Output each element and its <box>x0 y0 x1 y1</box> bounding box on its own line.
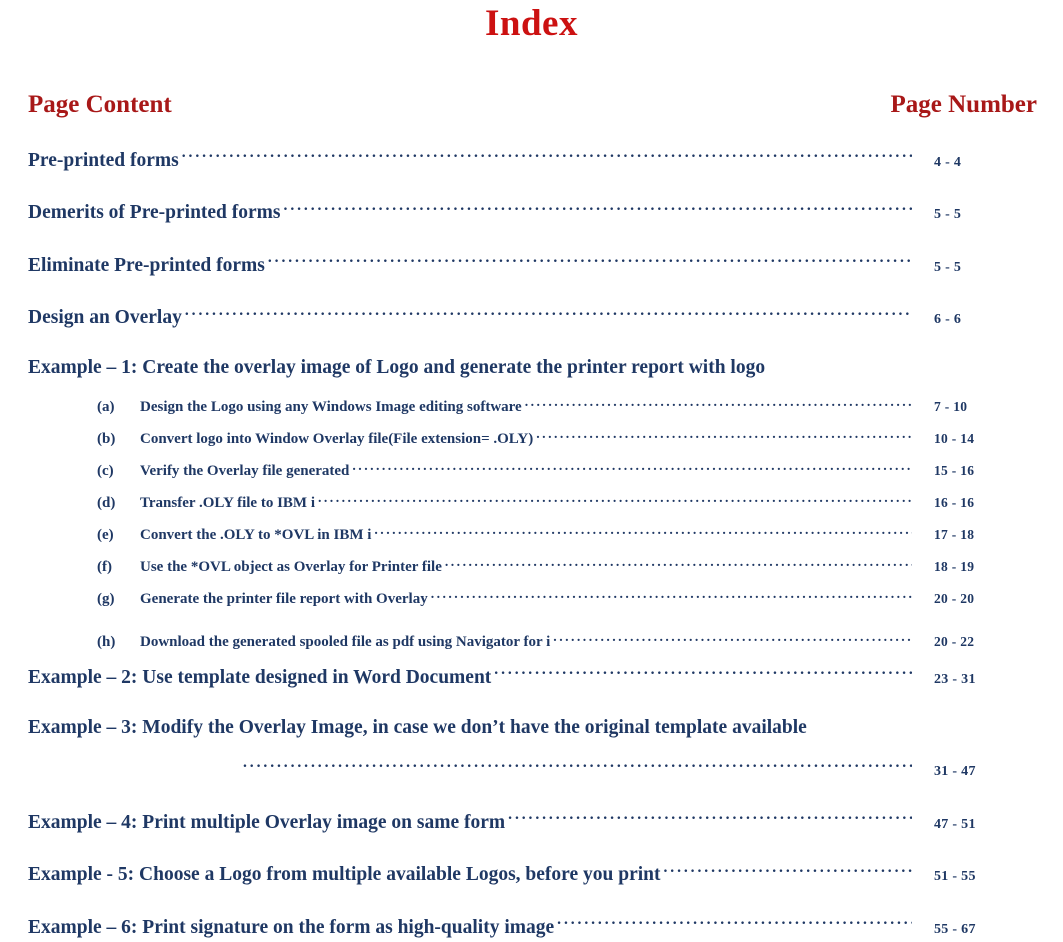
toc-entry-label: Eliminate Pre-printed forms <box>28 254 265 276</box>
toc-leader-dots <box>494 663 912 683</box>
toc-entry-label: Convert logo into Window Overlay file(Fi… <box>140 431 534 447</box>
toc-entry-marker: (b) <box>97 431 116 447</box>
toc-entry[interactable]: (c) Verify the Overlay file generated 15 -… <box>0 460 1063 481</box>
toc-entry-marker: (c) <box>97 463 114 479</box>
toc-entry-label: Generate the printer file report with Ov… <box>140 591 428 607</box>
toc-entry[interactable]: (a) Design the Logo using any Windows Ima… <box>0 396 1063 417</box>
toc-entry-page-number: 16 - 16 <box>934 495 975 510</box>
toc-entry-label: Design the Logo using any Windows Image … <box>140 399 522 415</box>
column-header-page-number: Page Number <box>890 91 1038 118</box>
toc-entry-page-number: 10 - 14 <box>934 431 975 446</box>
toc-entry[interactable]: (f) Use the *OVL object as Overlay for Pr… <box>0 556 1063 577</box>
toc-entry[interactable]: Example – 4: Print multiple Overlay imag… <box>0 808 1063 837</box>
index-page: Index Page Content Page Number Pre-print… <box>0 0 1063 938</box>
toc-entry[interactable]: (e) Convert the .OLY to *OVL in IBM i 17 -… <box>0 524 1063 545</box>
toc-entry[interactable]: (d) Transfer .OLY file to IBM i 16 - 16 <box>0 492 1063 513</box>
toc-leader-dots <box>536 428 912 443</box>
toc-leader-dots <box>352 460 912 475</box>
page-title: Index <box>485 3 578 44</box>
toc-entry-label: Example – 4: Print multiple Overlay imag… <box>28 811 506 833</box>
toc-entry-page-number: 17 - 18 <box>934 527 975 542</box>
toc-entry-page-number: 23 - 31 <box>934 671 976 687</box>
toc-leader-dots <box>431 588 912 603</box>
toc-entry-page-number: 4 - 4 <box>934 154 962 170</box>
toc-entry-page-number: 18 - 19 <box>934 559 975 574</box>
toc-entry-label: Design an Overlay <box>28 307 182 328</box>
toc-leader-dots <box>445 556 912 571</box>
toc-leader-dots <box>243 756 912 776</box>
toc-entry-page-number: 47 - 51 <box>934 816 976 832</box>
toc-entry-page-number: 55 - 67 <box>934 921 976 937</box>
toc-entry-page-number: 31 - 47 <box>934 764 976 779</box>
toc-entry-page-number: 20 - 20 <box>934 591 975 606</box>
toc-leader-dots <box>374 524 912 539</box>
toc-entry-marker: (a) <box>97 399 115 415</box>
toc-entry-marker: (f) <box>97 559 112 575</box>
toc-entry-label: Example – 6: Print signature on the form… <box>28 916 555 938</box>
toc-entry-page-number: 7 - 10 <box>934 399 968 414</box>
toc-entry-marker: (h) <box>97 634 116 650</box>
toc-leader-dots <box>318 492 912 507</box>
toc-entry-marker: (d) <box>97 495 116 511</box>
column-headers: Page Content Page Number <box>0 90 1063 130</box>
toc-leader-dots <box>663 861 912 881</box>
column-header-page-content: Page Content <box>28 91 172 118</box>
toc-entry[interactable]: Design an Overlay 6 - 6 <box>0 304 1063 333</box>
toc-leader-dots <box>182 146 912 166</box>
toc-entry[interactable]: (b) Convert logo into Window Overlay file… <box>0 428 1063 449</box>
toc-leader-dots <box>284 199 912 219</box>
toc-entry-marker: (g) <box>97 591 115 607</box>
table-of-contents: Pre-printed forms 4 - 4 Demerits of Pre-pr… <box>0 146 1063 942</box>
toc-entry-page-number: 20 - 22 <box>934 634 975 649</box>
toc-entry-label: Transfer .OLY file to IBM i <box>140 495 315 511</box>
toc-entry-label: Example – 2: Use template designed in Wo… <box>28 666 492 688</box>
toc-entry-marker: (e) <box>97 527 114 543</box>
toc-leader-dots <box>268 251 912 271</box>
toc-leader-dots <box>553 631 912 646</box>
toc-entry[interactable]: Example – 1: Create the overlay image of… <box>0 356 1063 380</box>
toc-entry-page-number: 15 - 16 <box>934 463 975 478</box>
toc-leader-dots <box>525 396 912 411</box>
toc-entry[interactable]: (g) Generate the printer file report with… <box>0 588 1063 609</box>
toc-entry[interactable]: Example – 3: Modify the Overlay Image, i… <box>0 716 1063 740</box>
toc-leader-dots <box>185 304 912 324</box>
toc-entry[interactable]: Eliminate Pre-printed forms 5 - 5 <box>0 251 1063 280</box>
toc-entry[interactable]: Demerits of Pre-printed forms 5 - 5 <box>0 199 1063 228</box>
toc-entry[interactable]: Example – 6: Print signature on the form… <box>0 913 1063 942</box>
toc-leader-dots <box>557 913 912 933</box>
toc-leader-dots <box>508 808 912 828</box>
toc-entry-label: Example – 1: Create the overlay image of… <box>28 357 766 378</box>
toc-entry-page-number: 5 - 5 <box>934 207 962 222</box>
toc-entry-label: Example - 5: Choose a Logo from multiple… <box>28 864 661 885</box>
toc-entry-label: Demerits of Pre-printed forms <box>28 202 281 223</box>
toc-entry[interactable]: 31 - 47 <box>0 756 1063 785</box>
toc-entry-label: Download the generated spooled file as p… <box>140 634 551 650</box>
toc-entry[interactable]: Example - 5: Choose a Logo from multiple… <box>0 861 1063 890</box>
toc-entry[interactable]: Example – 2: Use template designed in Wo… <box>0 663 1063 692</box>
toc-entry-label: Pre-printed forms <box>28 149 179 171</box>
toc-entry-page-number: 5 - 5 <box>934 259 962 275</box>
toc-entry-page-number: 6 - 6 <box>934 312 962 327</box>
toc-entry-label: Verify the Overlay file generated <box>140 463 350 479</box>
toc-entry-page-number: 51 - 55 <box>934 869 976 884</box>
toc-entry-label: Convert the .OLY to *OVL in IBM i <box>140 527 372 543</box>
toc-entry[interactable]: (h) Download the generated spooled file a… <box>0 631 1063 652</box>
toc-entry-label: Example – 3: Modify the Overlay Image, i… <box>28 716 807 738</box>
toc-entry[interactable]: Pre-printed forms 4 - 4 <box>0 146 1063 175</box>
toc-entry-label: Use the *OVL object as Overlay for Print… <box>140 559 442 575</box>
